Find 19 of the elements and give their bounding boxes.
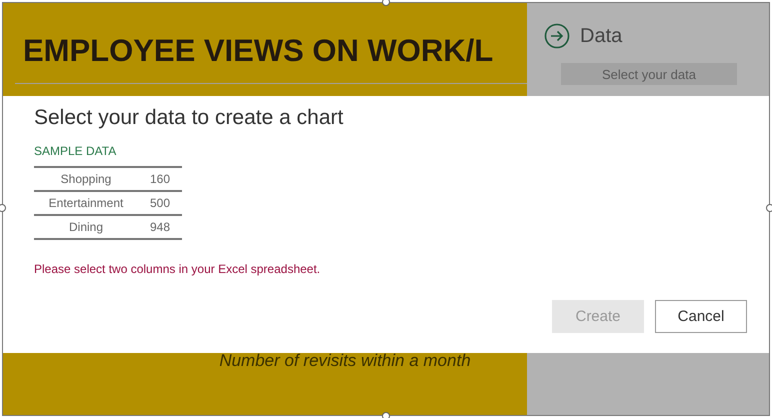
table-cell-text: 160 bbox=[148, 172, 172, 186]
cancel-button[interactable]: Cancel bbox=[655, 300, 747, 333]
table-cell-text: 948 bbox=[148, 220, 172, 234]
slide-title: EMPLOYEE VIEWS ON WORK/L bbox=[22, 32, 494, 69]
table-cell-text: Entertainment bbox=[48, 196, 124, 210]
resize-handle[interactable] bbox=[382, 412, 390, 418]
error-message: Please select two columns in your Excel spreadsheet. bbox=[34, 262, 322, 276]
resize-handle[interactable] bbox=[766, 204, 772, 212]
arrow-circle-icon bbox=[544, 23, 570, 49]
chart-caption: Number of revisits within a month bbox=[218, 351, 472, 371]
resize-handle[interactable] bbox=[0, 204, 6, 212]
sample-data-label: SAMPLE DATA bbox=[34, 144, 118, 158]
panel-title: Data bbox=[580, 24, 622, 48]
select-data-button[interactable]: Select your data bbox=[561, 63, 737, 85]
table-cell-text: 500 bbox=[148, 196, 172, 210]
resize-handle[interactable] bbox=[382, 0, 390, 6]
table-cell-text: Shopping bbox=[60, 172, 112, 186]
table-cell-text: Dining bbox=[68, 220, 104, 234]
dialog-title: Select your data to create a chart bbox=[34, 106, 344, 130]
